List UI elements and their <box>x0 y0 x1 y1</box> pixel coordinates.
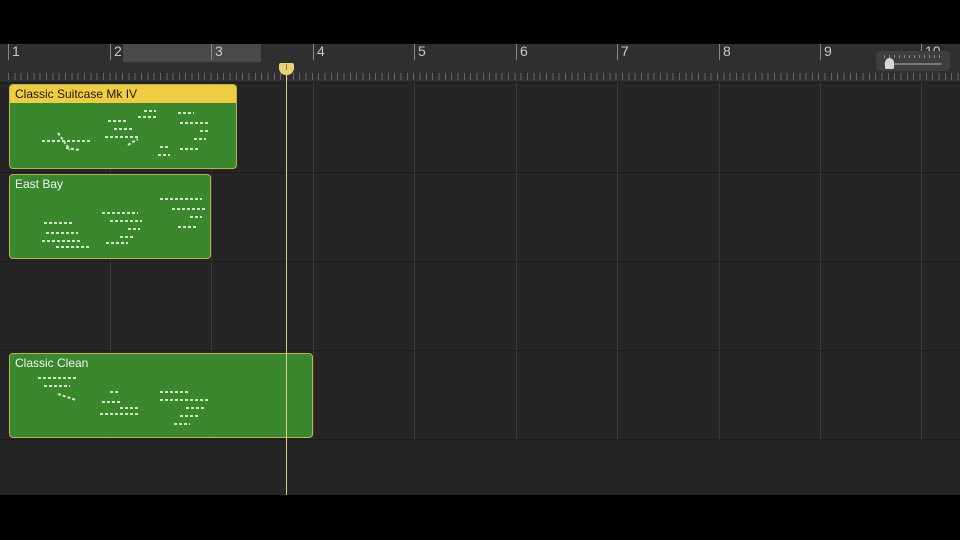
midi-region[interactable]: Classic Suitcase Mk IV <box>9 84 237 169</box>
zoom-slider[interactable] <box>876 51 950 71</box>
letterbox-top <box>0 0 960 44</box>
letterbox-bottom <box>0 495 960 540</box>
midi-notes <box>42 110 210 156</box>
midi-notes <box>42 198 206 248</box>
midi-region[interactable]: Classic Clean <box>9 353 313 438</box>
ruler-ticks <box>8 73 960 80</box>
playhead-line <box>286 67 287 495</box>
zoom-slider-icon[interactable] <box>885 58 894 69</box>
region-name: East Bay <box>15 177 64 191</box>
region-name: Classic Clean <box>15 356 89 370</box>
bar-number: 9 <box>824 44 832 59</box>
midi-notes <box>38 377 208 425</box>
bar-number: 3 <box>215 44 223 59</box>
bar-number: 1 <box>12 44 20 59</box>
bar-number: 4 <box>317 44 325 59</box>
cycle-region[interactable] <box>123 44 261 62</box>
arrange-area[interactable]: 1 2 3 4 5 6 7 8 9 10 <box>0 44 960 495</box>
bar-number: 5 <box>418 44 426 59</box>
midi-region[interactable]: East Bay <box>9 174 211 259</box>
track-lane[interactable] <box>0 261 960 351</box>
bar-number: 6 <box>520 44 528 59</box>
zoom-scale-marks <box>884 55 942 58</box>
timeline-ruler[interactable]: 1 2 3 4 5 6 7 8 9 10 <box>0 44 960 83</box>
bar-number: 2 <box>114 44 122 59</box>
bar-number: 8 <box>723 44 731 59</box>
region-name: Classic Suitcase Mk IV <box>10 85 236 103</box>
bar-number: 7 <box>621 44 629 59</box>
playhead-grip <box>286 64 287 70</box>
